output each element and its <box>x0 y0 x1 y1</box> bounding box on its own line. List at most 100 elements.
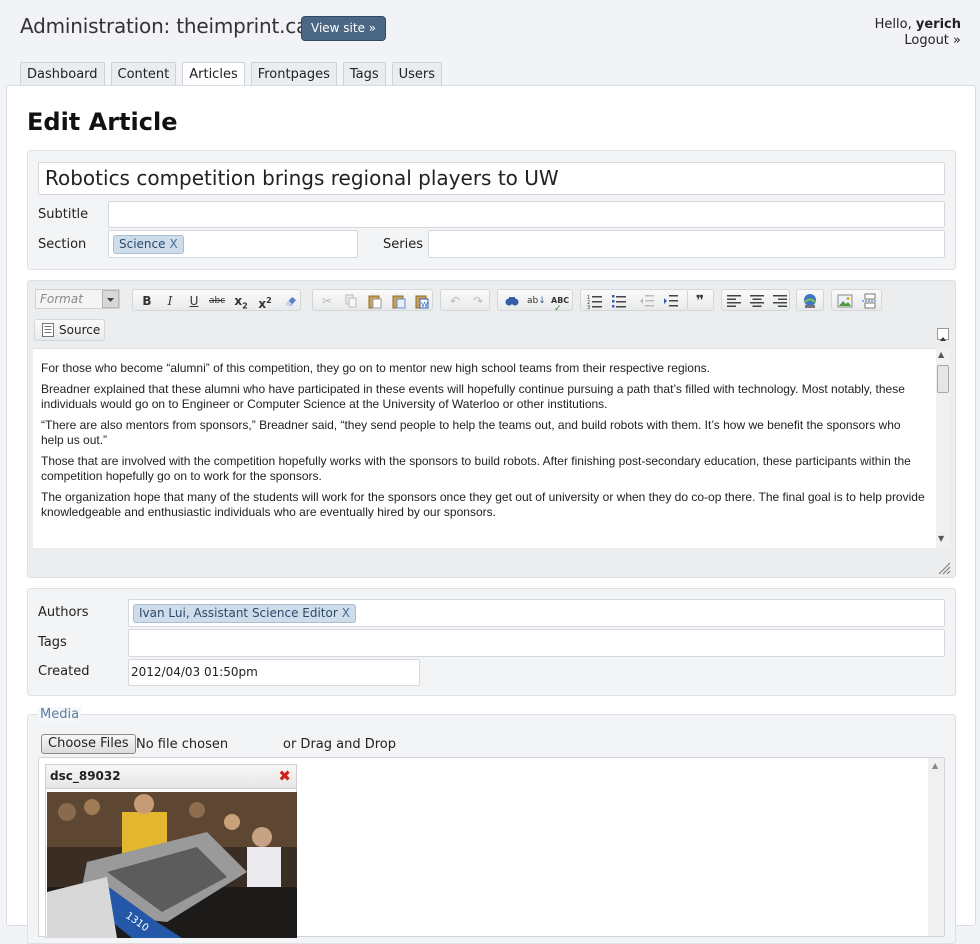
paste-icon[interactable] <box>367 293 383 309</box>
page-title: Edit Article <box>27 108 178 136</box>
underline-icon[interactable]: U <box>186 293 202 309</box>
tags-input[interactable] <box>128 629 945 657</box>
admin-title: Administration: theimprint.ca <box>20 14 309 38</box>
strikethrough-icon[interactable]: abc <box>209 293 225 309</box>
scroll-down-icon[interactable]: ▼ <box>938 534 944 543</box>
series-input[interactable] <box>428 230 945 258</box>
tags-label: Tags <box>38 635 67 650</box>
drag-drop-text: or Drag and Drop <box>283 737 397 752</box>
editor-content[interactable]: For those who become “alumni” of this co… <box>33 348 938 548</box>
source-button[interactable]: Source <box>34 319 105 341</box>
chevron-down-icon[interactable] <box>102 290 119 308</box>
paragraph: “There are also mentors from sponsors,” … <box>41 418 901 447</box>
tab-dashboard[interactable]: Dashboard <box>20 62 105 85</box>
media-item-name: dsc_89032 <box>50 769 121 783</box>
media-dropzone[interactable]: ▲ dsc_89032 ✖ 1310 <box>38 757 945 938</box>
numbered-list-icon[interactable]: 123 <box>587 293 603 311</box>
find-group: ab↓ ABC ✓ <box>497 289 573 314</box>
media-thumbnail[interactable]: 1310 <box>47 792 297 938</box>
maximize-icon[interactable] <box>937 328 949 341</box>
blockquote-group: ❞ <box>688 289 714 311</box>
undo-icon[interactable]: ↶ <box>447 293 463 309</box>
source-label: Source <box>59 323 101 337</box>
authors-label: Authors <box>38 605 89 620</box>
tab-frontpages[interactable]: Frontpages <box>250 62 337 85</box>
title-input[interactable]: Robotics competition brings regional pla… <box>38 162 945 195</box>
bold-icon[interactable]: B <box>139 293 155 309</box>
section-label: Section <box>38 237 87 252</box>
media-legend: Media <box>38 707 82 722</box>
scroll-thumb[interactable] <box>937 365 949 393</box>
paragraph: Those that are involved with the competi… <box>41 454 911 483</box>
spellcheck-icon[interactable]: ABC ✓ <box>551 293 569 314</box>
subtitle-label: Subtitle <box>38 207 89 222</box>
paragraph: Breadner explained that these alumni who… <box>41 382 905 411</box>
scroll-up-icon[interactable]: ▲ <box>932 761 938 770</box>
greeting-text: Hello, <box>874 17 912 32</box>
clipboard-group: ✂ W <box>312 289 433 311</box>
outdent-icon[interactable] <box>639 293 655 309</box>
align-left-icon[interactable] <box>726 293 742 309</box>
image-icon[interactable] <box>837 293 853 309</box>
scroll-up-icon[interactable]: ▲ <box>938 350 944 359</box>
media-scrollbar[interactable]: ▲ <box>928 758 944 936</box>
created-input[interactable]: 2012/04/03 01:50pm <box>128 659 420 686</box>
tab-users[interactable]: Users <box>391 62 443 85</box>
rich-text-editor: Format B I U abc x2 x2 ✂ W ↶ ↷ ab↓ ABC ✓… <box>27 280 956 578</box>
editor-text: For those who become “alumni” of this co… <box>41 361 926 526</box>
list-indent-group: 123 <box>580 289 688 311</box>
section-chip-remove[interactable]: X <box>170 237 178 251</box>
bulleted-list-icon[interactable] <box>611 293 627 309</box>
link-icon[interactable] <box>802 293 818 309</box>
insert-group <box>831 289 882 311</box>
superscript-icon[interactable]: x2 <box>257 293 273 311</box>
link-group <box>796 289 824 311</box>
svg-text:3: 3 <box>587 305 590 309</box>
remove-format-icon[interactable] <box>283 293 299 309</box>
logout-link[interactable]: Logout » <box>904 33 961 48</box>
paragraph: The organization hope that many of the s… <box>41 490 925 519</box>
media-item: dsc_89032 ✖ 1310 <box>45 764 297 938</box>
indent-icon[interactable] <box>663 293 679 309</box>
title-value: Robotics competition brings regional pla… <box>45 166 559 190</box>
author-chip: Ivan Lui, Assistant Science Editor X <box>133 604 357 623</box>
subscript-icon[interactable]: x2 <box>233 293 249 310</box>
section-input[interactable]: Science X <box>108 230 358 258</box>
subtitle-input[interactable] <box>108 201 945 228</box>
editor-scrollbar[interactable]: ▲ ▼ <box>936 348 950 548</box>
cut-icon[interactable]: ✂ <box>319 293 335 309</box>
created-value: 2012/04/03 01:50pm <box>131 665 258 679</box>
undo-group: ↶ ↷ <box>440 289 490 311</box>
tab-articles[interactable]: Articles <box>182 62 245 86</box>
page-break-icon[interactable] <box>861 293 877 309</box>
article-meta: Authors Ivan Lui, Assistant Science Edit… <box>27 588 956 696</box>
replace-icon[interactable]: ab↓ <box>527 293 546 309</box>
choose-files-button[interactable]: Choose Files <box>41 734 136 754</box>
redo-icon[interactable]: ↷ <box>470 293 486 309</box>
author-chip-label: Ivan Lui, Assistant Science Editor <box>139 606 338 620</box>
no-file-text: No file chosen <box>136 737 229 752</box>
tab-tags[interactable]: Tags <box>342 62 386 85</box>
created-label: Created <box>38 664 90 679</box>
view-site-button[interactable]: View site » <box>301 16 387 41</box>
delete-icon[interactable]: ✖ <box>278 768 291 784</box>
greeting: Hello, yerich <box>875 16 961 33</box>
blockquote-icon[interactable]: ❞ <box>692 293 708 309</box>
author-chip-remove[interactable]: X <box>342 606 350 620</box>
authors-input[interactable]: Ivan Lui, Assistant Science Editor X <box>128 599 945 627</box>
top-bar: Administration: theimprint.ca View site … <box>0 0 980 62</box>
username: yerich <box>915 17 961 32</box>
section-chip: Science X <box>113 235 184 254</box>
svg-text:W: W <box>421 301 428 309</box>
paste-text-icon[interactable] <box>391 293 407 309</box>
copy-icon[interactable] <box>343 293 359 309</box>
align-right-icon[interactable] <box>772 293 788 309</box>
paste-word-icon[interactable]: W <box>414 293 430 309</box>
resize-handle-icon[interactable] <box>937 560 951 575</box>
align-center-icon[interactable] <box>749 293 765 309</box>
italic-icon[interactable]: I <box>162 293 178 309</box>
section-chip-label: Science <box>119 237 166 251</box>
paragraph: For those who become “alumni” of this co… <box>41 361 710 375</box>
find-icon[interactable] <box>504 293 520 309</box>
tab-content[interactable]: Content <box>110 62 177 85</box>
